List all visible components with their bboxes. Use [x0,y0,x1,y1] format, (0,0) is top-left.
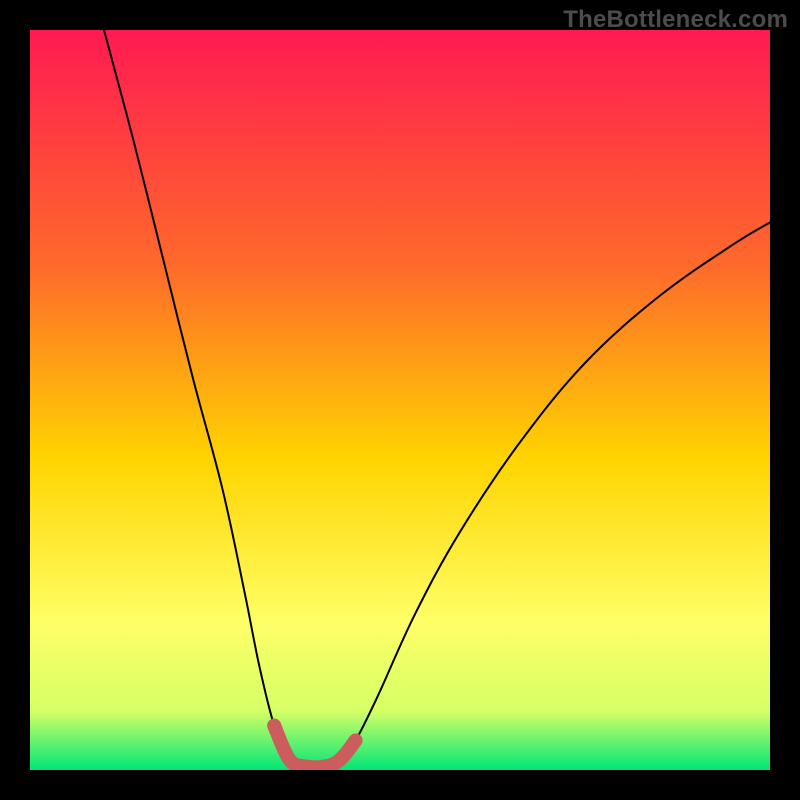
watermark-text: TheBottleneck.com [563,6,788,34]
bottleneck-curve [104,30,770,767]
sweet-spot-start-marker [267,719,281,733]
bottleneck-curve-layer [30,30,770,770]
plot-frame [30,30,770,770]
sweet-spot-highlight [274,726,355,768]
